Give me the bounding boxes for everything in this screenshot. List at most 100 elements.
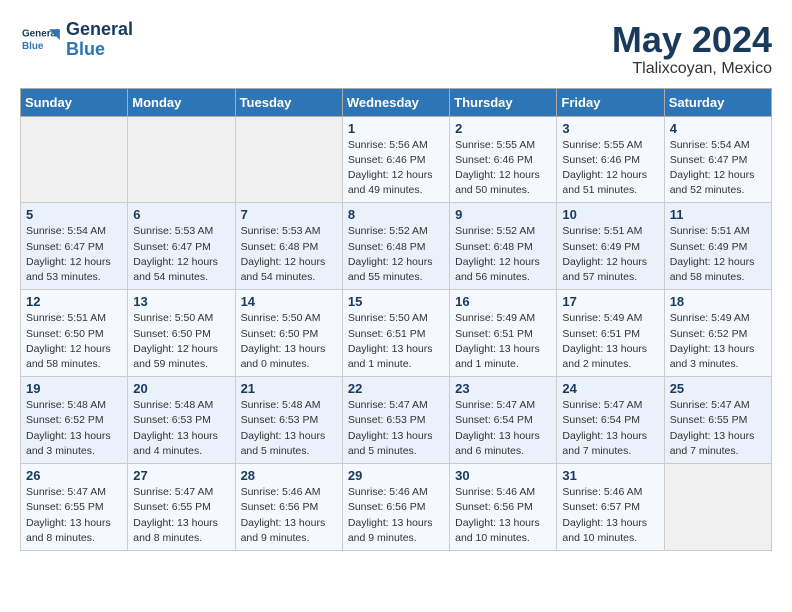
table-cell: 16 Sunrise: 5:49 AM Sunset: 6:51 PM Dayli… [450,290,557,377]
table-cell: 24Sunrise: 5:47 AM Sunset: 6:54 PM Dayli… [557,377,664,464]
svg-text:Blue: Blue [22,41,44,52]
day-info: Sunrise: 5:49 AM Sunset: 6:52 PM Dayligh… [670,311,766,372]
logo: General Blue General Blue [20,20,133,60]
day-number: 21 [241,381,337,396]
table-cell: 10 Sunrise: 5:51 AM Sunset: 6:49 PM Dayli… [557,203,664,290]
day-info: Sunrise: 5:51 AM Sunset: 6:49 PM Dayligh… [670,224,766,285]
day-number: 12 [26,294,122,309]
day-number: 15 [348,294,444,309]
day-number: 2 [455,121,551,136]
table-cell: 3 Sunrise: 5:55 AM Sunset: 6:46 PM Daylig… [557,116,664,203]
table-cell [664,464,771,551]
week-row-1: 1 Sunrise: 5:56 AM Sunset: 6:46 PM Daylig… [21,116,772,203]
day-info: Sunrise: 5:47 AM Sunset: 6:54 PM Dayligh… [562,398,658,459]
day-number: 6 [133,207,229,222]
table-cell: 5 Sunrise: 5:54 AM Sunset: 6:47 PM Daylig… [21,203,128,290]
day-info: Sunrise: 5:50 AM Sunset: 6:50 PM Dayligh… [133,311,229,372]
table-cell: 20Sunrise: 5:48 AM Sunset: 6:53 PM Dayli… [128,377,235,464]
title-area: May 2024 Tlalixcoyan, Mexico [612,20,772,78]
day-number: 1 [348,121,444,136]
table-cell: 21 Sunrise: 5:48 AM Sunset: 6:53 PM Dayli… [235,377,342,464]
day-number: 9 [455,207,551,222]
weekday-header-monday: Monday [128,88,235,116]
table-cell: 7 Sunrise: 5:53 AM Sunset: 6:48 PM Daylig… [235,203,342,290]
day-info: Sunrise: 5:46 AM Sunset: 6:56 PM Dayligh… [241,485,337,546]
day-info: Sunrise: 5:55 AM Sunset: 6:46 PM Dayligh… [455,138,551,199]
day-number: 8 [348,207,444,222]
day-info: Sunrise: 5:47 AM Sunset: 6:54 PM Dayligh… [455,398,551,459]
day-info: Sunrise: 5:49 AM Sunset: 6:51 PM Dayligh… [562,311,658,372]
day-info: Sunrise: 5:52 AM Sunset: 6:48 PM Dayligh… [348,224,444,285]
day-info: Sunrise: 5:49 AM Sunset: 6:51 PM Dayligh… [455,311,551,372]
table-cell: 31 Sunrise: 5:46 AM Sunset: 6:57 PM Dayli… [557,464,664,551]
day-number: 23 [455,381,551,396]
day-info: Sunrise: 5:56 AM Sunset: 6:46 PM Dayligh… [348,138,444,199]
table-cell: 6 Sunrise: 5:53 AM Sunset: 6:47 PM Daylig… [128,203,235,290]
week-row-2: 5 Sunrise: 5:54 AM Sunset: 6:47 PM Daylig… [21,203,772,290]
day-number: 30 [455,468,551,483]
table-cell: 30 Sunrise: 5:46 AM Sunset: 6:56 PM Dayli… [450,464,557,551]
table-cell: 26Sunrise: 5:47 AM Sunset: 6:55 PM Dayli… [21,464,128,551]
day-info: Sunrise: 5:46 AM Sunset: 6:56 PM Dayligh… [455,485,551,546]
day-number: 13 [133,294,229,309]
day-number: 18 [670,294,766,309]
table-cell [128,116,235,203]
day-info: Sunrise: 5:54 AM Sunset: 6:47 PM Dayligh… [26,224,122,285]
day-number: 3 [562,121,658,136]
table-cell: 11 Sunrise: 5:51 AM Sunset: 6:49 PM Dayli… [664,203,771,290]
calendar-title: May 2024 [612,20,772,60]
table-cell [21,116,128,203]
table-cell: 15 Sunrise: 5:50 AM Sunset: 6:51 PM Dayli… [342,290,449,377]
day-number: 31 [562,468,658,483]
day-info: Sunrise: 5:48 AM Sunset: 6:53 PM Dayligh… [241,398,337,459]
day-info: Sunrise: 5:52 AM Sunset: 6:48 PM Dayligh… [455,224,551,285]
table-cell: 14 Sunrise: 5:50 AM Sunset: 6:50 PM Dayli… [235,290,342,377]
day-number: 10 [562,207,658,222]
calendar-table: SundayMondayTuesdayWednesdayThursdayFrid… [20,88,772,551]
weekday-header-sunday: Sunday [21,88,128,116]
weekday-header-thursday: Thursday [450,88,557,116]
table-cell: 25Sunrise: 5:47 AM Sunset: 6:55 PM Dayli… [664,377,771,464]
day-info: Sunrise: 5:47 AM Sunset: 6:55 PM Dayligh… [26,485,122,546]
day-number: 17 [562,294,658,309]
day-info: Sunrise: 5:46 AM Sunset: 6:56 PM Dayligh… [348,485,444,546]
table-cell: 29 Sunrise: 5:46 AM Sunset: 6:56 PM Dayli… [342,464,449,551]
table-cell: 1 Sunrise: 5:56 AM Sunset: 6:46 PM Daylig… [342,116,449,203]
table-cell: 2 Sunrise: 5:55 AM Sunset: 6:46 PM Daylig… [450,116,557,203]
day-info: Sunrise: 5:53 AM Sunset: 6:47 PM Dayligh… [133,224,229,285]
day-info: Sunrise: 5:51 AM Sunset: 6:49 PM Dayligh… [562,224,658,285]
weekday-header-saturday: Saturday [664,88,771,116]
week-row-5: 26Sunrise: 5:47 AM Sunset: 6:55 PM Dayli… [21,464,772,551]
day-info: Sunrise: 5:54 AM Sunset: 6:47 PM Dayligh… [670,138,766,199]
day-info: Sunrise: 5:50 AM Sunset: 6:51 PM Dayligh… [348,311,444,372]
logo-icon: General Blue [20,22,60,58]
day-info: Sunrise: 5:53 AM Sunset: 6:48 PM Dayligh… [241,224,337,285]
week-row-4: 19Sunrise: 5:48 AM Sunset: 6:52 PM Dayli… [21,377,772,464]
day-info: Sunrise: 5:48 AM Sunset: 6:53 PM Dayligh… [133,398,229,459]
table-cell: 19Sunrise: 5:48 AM Sunset: 6:52 PM Dayli… [21,377,128,464]
day-info: Sunrise: 5:47 AM Sunset: 6:55 PM Dayligh… [133,485,229,546]
day-number: 16 [455,294,551,309]
day-number: 5 [26,207,122,222]
day-number: 7 [241,207,337,222]
table-cell: 8 Sunrise: 5:52 AM Sunset: 6:48 PM Daylig… [342,203,449,290]
day-info: Sunrise: 5:50 AM Sunset: 6:50 PM Dayligh… [241,311,337,372]
table-cell: 4Sunrise: 5:54 AM Sunset: 6:47 PM Daylig… [664,116,771,203]
day-number: 14 [241,294,337,309]
day-number: 22 [348,381,444,396]
table-cell: 18 Sunrise: 5:49 AM Sunset: 6:52 PM Dayli… [664,290,771,377]
table-cell: 13 Sunrise: 5:50 AM Sunset: 6:50 PM Dayli… [128,290,235,377]
table-cell: 12Sunrise: 5:51 AM Sunset: 6:50 PM Dayli… [21,290,128,377]
day-number: 25 [670,381,766,396]
table-cell: 9 Sunrise: 5:52 AM Sunset: 6:48 PM Daylig… [450,203,557,290]
weekday-header-tuesday: Tuesday [235,88,342,116]
day-number: 27 [133,468,229,483]
week-row-3: 12Sunrise: 5:51 AM Sunset: 6:50 PM Dayli… [21,290,772,377]
day-number: 11 [670,207,766,222]
day-info: Sunrise: 5:55 AM Sunset: 6:46 PM Dayligh… [562,138,658,199]
day-info: Sunrise: 5:47 AM Sunset: 6:53 PM Dayligh… [348,398,444,459]
day-info: Sunrise: 5:48 AM Sunset: 6:52 PM Dayligh… [26,398,122,459]
day-info: Sunrise: 5:46 AM Sunset: 6:57 PM Dayligh… [562,485,658,546]
table-cell: 28Sunrise: 5:46 AM Sunset: 6:56 PM Dayli… [235,464,342,551]
day-number: 29 [348,468,444,483]
